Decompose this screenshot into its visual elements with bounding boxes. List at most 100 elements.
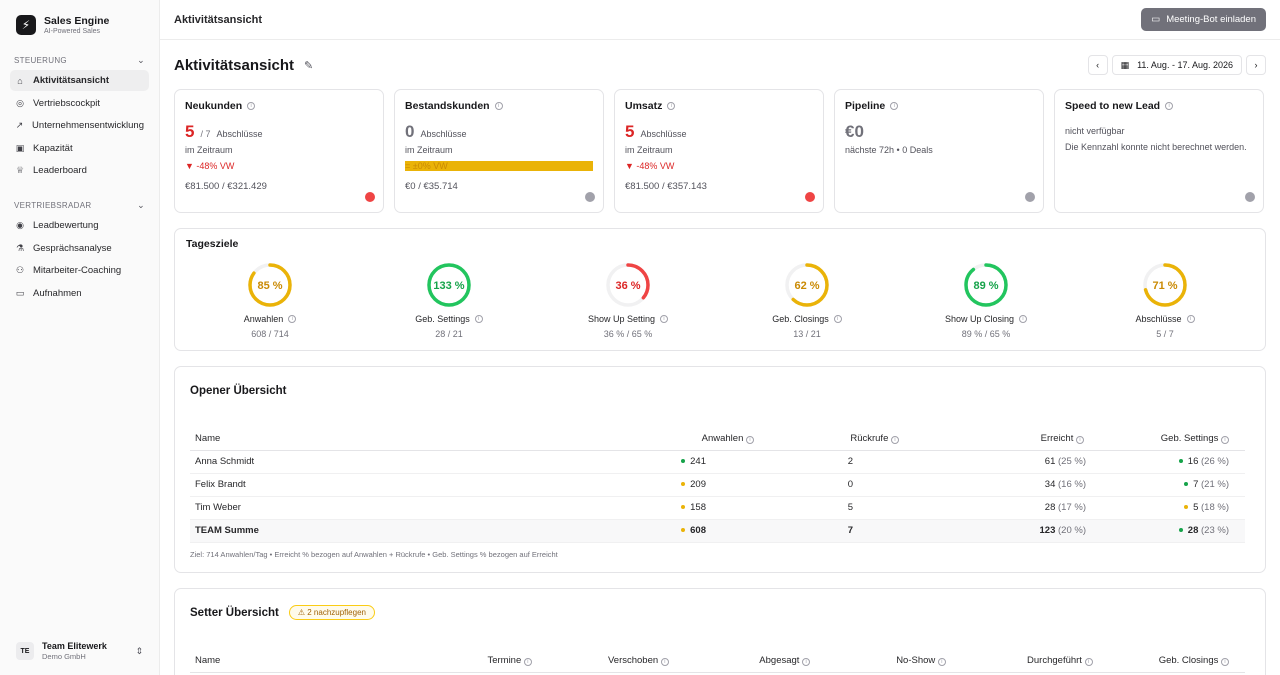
topbar: Aktivitätsansicht ▭ Meeting-Bot einladen [160,0,1280,40]
sidebar-section-header[interactable]: VERTRIEBSRADAR ⌄ [10,199,149,211]
kpi-delta: ▼ -48% VW [625,161,675,171]
setter-col-no-show[interactable]: No-Show i [826,650,962,673]
sidebar-item-mitarbeiter-coaching[interactable]: ⚇ Mitarbeiter-Coaching [10,260,149,281]
sidebar-item-leadbewertung[interactable]: ◉ Leadbewertung [10,215,149,236]
sidebar-item-unternehmensentwicklung[interactable]: ↗ Unternehmensentwicklung [10,115,149,136]
table-row[interactable]: Anna Schmidt 241 2 61 (25 %) 16 (26 %) [190,450,1245,474]
goal-item[interactable]: 62 % Geb. Closings i 13 / 21 [737,261,877,339]
goal-label: Geb. Closings [772,314,829,324]
col-geb-settings[interactable]: Geb. Settings i [1100,428,1245,451]
info-icon: i [891,436,899,445]
kpi-card[interactable]: Neukunden i 5 / 7 Abschlüsse im Zeitraum ▼ -48… [174,89,384,213]
cell-settings-value: 7 [1193,479,1199,490]
col-anwahlen[interactable]: Anwahlen i [570,428,770,451]
status-dot [1184,482,1189,487]
table-total-row[interactable]: TEAM Summe 608 7 123 (20 %) 28 (23 %) [190,519,1245,543]
info-icon[interactable]: i [288,315,297,323]
info-icon[interactable]: i [494,102,503,110]
kpi-subtitle: nächste 72h • 0 Deals [845,145,933,155]
goal-item[interactable]: 85 % Anwahlen i 608 / 714 [200,261,340,339]
setter-col-name[interactable]: Name [190,650,431,673]
setter-col-label: Verschoben [607,655,659,667]
kpi-revenue: €81.500 / €357.143 [625,181,707,192]
col-rueckrufe[interactable]: Rückrufe i [770,428,915,451]
flask-icon: ⚗ [15,242,25,253]
previous-week-button[interactable]: ‹ [1087,55,1108,75]
goal-label-wrap: Anwahlen i [200,314,340,324]
setter-col-verschoben[interactable]: Verschoben i [547,650,685,673]
brand-tagline: AI-Powered Sales [44,27,101,35]
info-icon[interactable]: i [833,315,842,323]
kpi-card[interactable]: Pipeline i €0 nächste 72h • 0 Deals [834,89,1044,213]
workspace-avatar: TE [16,642,34,660]
info-icon: i [1221,436,1229,445]
cell-erreicht-pct: (25 %) [1058,456,1086,467]
cell-anwahlen: 209 [570,473,770,497]
info-icon[interactable]: i [1186,315,1195,323]
goal-item[interactable]: 89 % Show Up Closing i 89 % / 65 % [916,261,1056,339]
date-range-picker[interactable]: ▦ 11. Aug. - 17. Aug. 2026 [1111,55,1242,75]
cell-name: Tim Weber [190,496,570,520]
sidebar-item-kapazität[interactable]: ▣ Kapazität [10,138,149,159]
goal-item[interactable]: 36 % Show Up Setting i 36 % / 65 % [558,261,698,339]
info-icon[interactable]: i [667,102,676,110]
cell-anwahlen: 241 [570,450,770,474]
workspace-switcher[interactable]: TE Team Elitewerk Demo GmbH ⇕ [10,637,149,665]
info-icon[interactable]: i [660,315,669,323]
sidebar-item-label: Vertriebscockpit [33,97,101,109]
table-row[interactable]: Tim Weber 158 5 28 (17 %) 5 (18 %) [190,496,1245,520]
kpi-note: Die Kennzahl konnte nicht berechnet werd… [1065,142,1247,152]
needs-update-badge[interactable]: ⚠ 2 nachzupflegen [288,605,375,620]
goal-ring: 89 % [964,263,1008,307]
setter-col-label: Geb. Closings [1158,655,1219,667]
col-name[interactable]: Name [190,428,570,451]
col-erreicht-label: Erreicht [1040,433,1074,445]
invite-meeting-bot-button[interactable]: ▭ Meeting-Bot einladen [1141,8,1266,31]
cell-geb-settings: 5 (18 %) [1100,496,1245,520]
sidebar-nav: ⌂ Aktivitätsansicht ◎ Vertriebscockpit ↗ Unte… [10,70,149,181]
sidebar-item-leaderboard[interactable]: ♕ Leaderboard [10,160,149,181]
setter-overview-title-wrap: Setter Übersicht ⚠ 2 nachzupflegen [190,605,375,620]
goal-ring: 133 % [427,263,471,307]
goal-ring: 85 % [248,263,292,307]
col-erreicht[interactable]: Erreicht i [915,428,1100,451]
setter-col-termine[interactable]: Termine i [430,650,548,673]
topbar-title: Aktivitätsansicht [174,13,263,26]
kpi-title: Bestandskunden [405,100,490,112]
info-icon: i [937,658,946,667]
kpi-card[interactable]: Umsatz i 5 Abschlüsse im Zeitraum ▼ -48% VW €8… [614,89,824,213]
cell-erreicht: 61 (25 %) [915,450,1100,474]
cell-erreicht-value: 123 [1039,525,1056,536]
kpi-card[interactable]: Bestandskunden i 0 Abschlüsse im Zeitraum = ±… [394,89,604,213]
sidebar-item-vertriebscockpit[interactable]: ◎ Vertriebscockpit [10,93,149,114]
sidebar-item-aufnahmen[interactable]: ▭ Aufnahmen [10,283,149,304]
goal-item[interactable]: 71 % Abschlüsse i 5 / 7 [1095,261,1235,339]
setter-col-abgesagt[interactable]: Abgesagt i [684,650,827,673]
setter-col-durchgef-hrt[interactable]: Durchgeführt i [961,650,1109,673]
table-row[interactable]: Felix Brandt 209 0 34 (16 %) 7 (21 %) [190,473,1245,497]
setter-col-label: Durchgeführt [1027,655,1082,667]
info-icon[interactable]: i [1165,102,1174,110]
sidebar-item-label: Gesprächsanalyse [33,242,112,254]
info-icon[interactable]: i [1019,315,1028,323]
needs-update-label: 2 nachzupflegen [307,608,366,617]
kpi-card[interactable]: Speed to new Lead i nicht verfügbar Die Ken… [1054,89,1264,213]
pencil-icon[interactable]: ✎ [304,59,313,72]
info-icon[interactable]: i [247,102,256,110]
info-icon: i [802,658,811,667]
cell-erreicht: 28 (17 %) [915,496,1100,520]
setter-col-geb-closings[interactable]: Geb. Closings i [1108,650,1245,673]
kpi-value: 0 [405,122,415,141]
sidebar-item-aktivitätsansicht[interactable]: ⌂ Aktivitätsansicht [10,70,149,91]
brand[interactable]: ⚡ Sales Engine AI-Powered Sales [10,12,149,36]
daily-goals-title: Tagesziele [186,238,239,250]
goal-ring: 62 % [785,263,829,307]
goal-item[interactable]: 133 % Geb. Settings i 28 / 21 [379,261,519,339]
sidebar-item-gesprächsanalyse[interactable]: ⚗ Gesprächsanalyse [10,238,149,259]
info-icon[interactable]: i [474,315,483,323]
next-week-button[interactable]: › [1246,55,1266,75]
sidebar-section-header[interactable]: STEUERUNG ⌄ [10,54,149,66]
chevron-down-icon: ⌄ [137,199,145,210]
info-icon[interactable]: i [890,102,899,110]
goal-ring: 71 % [1143,263,1187,307]
